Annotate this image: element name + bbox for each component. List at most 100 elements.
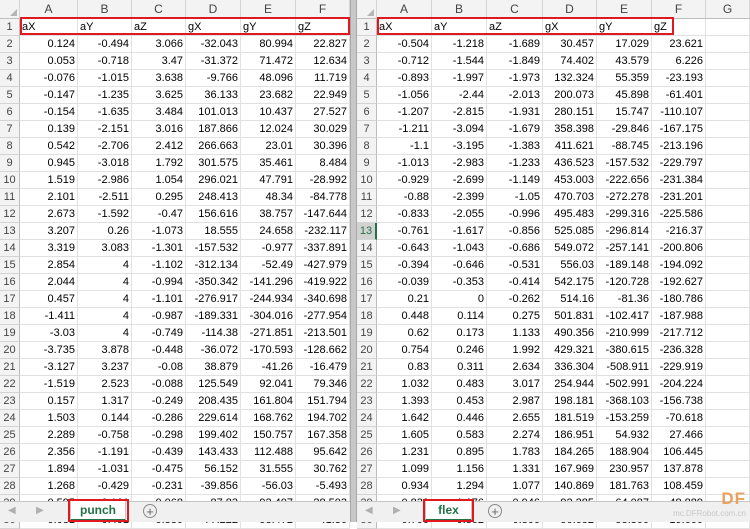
table-cell[interactable]: -0.646 <box>432 257 487 274</box>
table-cell[interactable]: 12.024 <box>241 121 296 138</box>
table-cell[interactable]: -277.954 <box>296 308 350 325</box>
table-cell[interactable]: 2.356 <box>20 444 78 461</box>
table-cell[interactable]: -350.342 <box>186 274 241 291</box>
table-cell[interactable]: 161.804 <box>241 393 296 410</box>
table-cell[interactable]: 1.642 <box>377 410 432 427</box>
table-cell[interactable]: -1.043 <box>432 240 487 257</box>
table-cell[interactable]: -204.224 <box>652 376 706 393</box>
table-cell[interactable]: -508.911 <box>597 359 652 376</box>
table-cell[interactable] <box>706 308 750 325</box>
row-header[interactable]: 9 <box>357 155 377 172</box>
row-header[interactable]: 7 <box>357 121 377 138</box>
table-cell[interactable]: 429.321 <box>543 342 597 359</box>
row-header[interactable]: 9 <box>0 155 20 172</box>
row-header[interactable]: 15 <box>357 257 377 274</box>
table-cell[interactable]: 1.231 <box>377 444 432 461</box>
table-cell[interactable]: 248.413 <box>186 189 241 206</box>
table-cell[interactable]: -52.49 <box>241 257 296 274</box>
table-cell[interactable]: -0.977 <box>241 240 296 257</box>
select-all-corner[interactable] <box>0 0 20 19</box>
table-cell[interactable]: -31.372 <box>186 53 241 70</box>
table-cell[interactable]: 0.62 <box>377 325 432 342</box>
table-cell[interactable]: 8.484 <box>296 155 350 172</box>
table-cell[interactable]: -213.501 <box>296 325 350 342</box>
table-cell[interactable]: -296.814 <box>597 223 652 240</box>
table-cell[interactable]: 23.621 <box>652 36 706 53</box>
table-cell[interactable]: 229.614 <box>186 410 241 427</box>
table-cell[interactable]: -1.997 <box>432 70 487 87</box>
table-cell[interactable]: 22.949 <box>296 87 350 104</box>
table-cell[interactable]: 0.446 <box>432 410 487 427</box>
table-cell[interactable]: -0.231 <box>132 478 186 495</box>
row-header[interactable]: 17 <box>0 291 20 308</box>
row-header[interactable]: 22 <box>357 376 377 393</box>
table-cell[interactable]: 0.275 <box>487 308 543 325</box>
table-cell[interactable]: 2.274 <box>487 427 543 444</box>
table-cell[interactable]: 125.549 <box>186 376 241 393</box>
table-cell[interactable]: 27.466 <box>652 427 706 444</box>
row-header[interactable]: 10 <box>0 172 20 189</box>
table-cell[interactable]: -419.922 <box>296 274 350 291</box>
table-cell[interactable]: 301.575 <box>186 155 241 172</box>
table-cell[interactable]: -16.479 <box>296 359 350 376</box>
table-cell[interactable]: -128.662 <box>296 342 350 359</box>
row-header[interactable]: 15 <box>0 257 20 274</box>
table-cell[interactable]: -257.141 <box>597 240 652 257</box>
table-cell[interactable]: 436.523 <box>543 155 597 172</box>
table-cell[interactable]: 187.866 <box>186 121 241 138</box>
table-cell[interactable]: 80.994 <box>241 36 296 53</box>
table-cell[interactable]: 2.289 <box>20 427 78 444</box>
table-cell[interactable]: 4 <box>78 291 132 308</box>
table-cell[interactable]: -2.44 <box>432 87 487 104</box>
table-cell[interactable]: -244.934 <box>241 291 296 308</box>
table-cell[interactable]: -0.929 <box>377 172 432 189</box>
table-cell[interactable]: 411.621 <box>543 138 597 155</box>
row-header[interactable]: 1 <box>0 19 20 36</box>
table-cell[interactable]: 0.21 <box>377 291 432 308</box>
table-cell[interactable]: 71.472 <box>241 53 296 70</box>
header-cell[interactable]: gZ <box>296 19 350 36</box>
table-cell[interactable]: 132.324 <box>543 70 597 87</box>
table-cell[interactable]: -0.643 <box>377 240 432 257</box>
table-cell[interactable]: 1.054 <box>132 172 186 189</box>
table-cell[interactable]: -2.986 <box>78 172 132 189</box>
table-cell[interactable]: -1.635 <box>78 104 132 121</box>
table-cell[interactable]: 514.16 <box>543 291 597 308</box>
column-header-b[interactable]: B <box>432 0 487 19</box>
table-cell[interactable]: -9.766 <box>186 70 241 87</box>
row-header[interactable]: 13 <box>357 223 377 240</box>
table-cell[interactable]: 56.152 <box>186 461 241 478</box>
table-cell[interactable]: -3.127 <box>20 359 78 376</box>
table-cell[interactable]: -0.856 <box>487 223 543 240</box>
table-cell[interactable]: 156.616 <box>186 206 241 223</box>
table-cell[interactable]: -0.718 <box>78 53 132 70</box>
table-cell[interactable]: -114.38 <box>186 325 241 342</box>
row-header[interactable]: 2 <box>0 36 20 53</box>
table-cell[interactable]: 27.527 <box>296 104 350 121</box>
header-cell[interactable]: aX <box>377 19 432 36</box>
row-header[interactable]: 11 <box>0 189 20 206</box>
table-cell[interactable]: 54.932 <box>597 427 652 444</box>
table-cell[interactable]: 167.358 <box>296 427 350 444</box>
table-cell[interactable]: -39.856 <box>186 478 241 495</box>
table-cell[interactable]: -189.331 <box>186 308 241 325</box>
table-cell[interactable]: 4 <box>78 308 132 325</box>
table-cell[interactable]: 1.294 <box>432 478 487 495</box>
header-cell[interactable]: aZ <box>132 19 186 36</box>
table-cell[interactable]: 3.017 <box>487 376 543 393</box>
table-cell[interactable]: -157.532 <box>186 240 241 257</box>
table-cell[interactable]: 495.483 <box>543 206 597 223</box>
table-cell[interactable]: 0.173 <box>432 325 487 342</box>
table-cell[interactable]: -2.399 <box>432 189 487 206</box>
table-cell[interactable]: -1.544 <box>432 53 487 70</box>
row-header[interactable]: 7 <box>0 121 20 138</box>
row-header[interactable]: 12 <box>0 206 20 223</box>
row-header[interactable]: 3 <box>0 53 20 70</box>
row-header[interactable]: 25 <box>0 427 20 444</box>
table-cell[interactable]: -0.039 <box>377 274 432 291</box>
table-cell[interactable]: 1.268 <box>20 478 78 495</box>
table-cell[interactable]: -0.414 <box>487 274 543 291</box>
table-cell[interactable]: -0.08 <box>132 359 186 376</box>
table-cell[interactable]: -147.644 <box>296 206 350 223</box>
table-cell[interactable]: 2.523 <box>78 376 132 393</box>
